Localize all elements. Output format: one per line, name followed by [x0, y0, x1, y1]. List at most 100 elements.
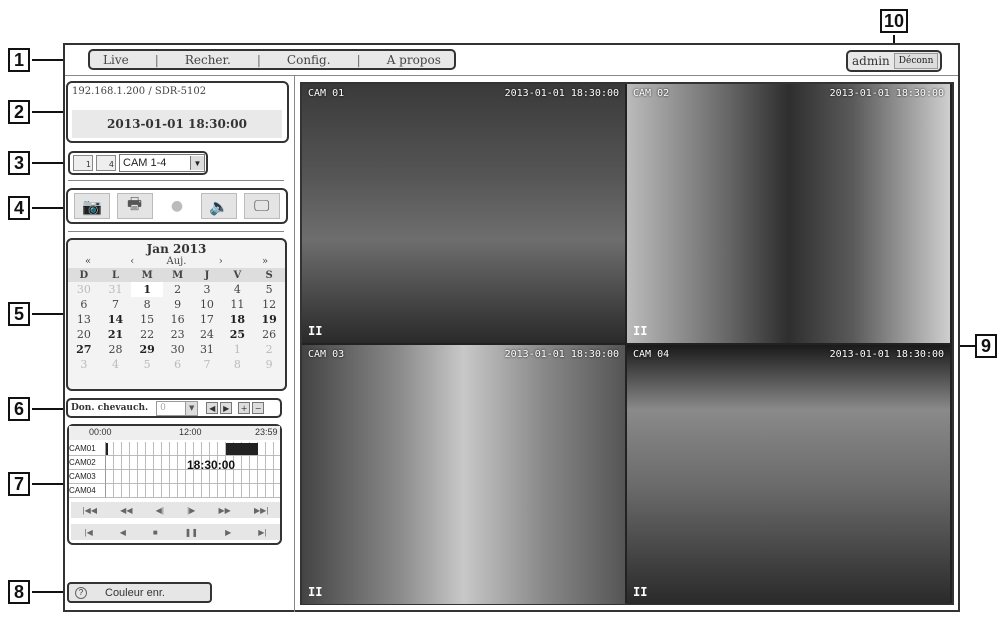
record-dot-icon: ● — [170, 198, 184, 214]
calendar-day-selected[interactable]: 1 — [131, 282, 164, 297]
chevron-down-icon[interactable]: ▼ — [185, 401, 198, 415]
audio-button[interactable]: 🔈 — [201, 193, 238, 219]
zoom-out-button[interactable]: − — [252, 402, 265, 414]
calendar-day[interactable]: 21 — [100, 327, 132, 342]
calendar-day[interactable]: 31 — [192, 342, 221, 357]
nav-about[interactable]: A propos — [387, 53, 441, 67]
recording-segment[interactable] — [106, 443, 109, 455]
help-icon[interactable]: ? — [75, 586, 87, 599]
calendar-day[interactable]: 3 — [68, 357, 100, 372]
calendar-day[interactable]: 20 — [68, 327, 100, 342]
camera-view[interactable]: CAM 04 2013-01-01 18:30:00 II — [627, 345, 950, 604]
calendar-day[interactable]: 4 — [100, 357, 132, 372]
calendar-day[interactable]: 27 — [68, 342, 100, 357]
calendar-month: Jan 2013 — [146, 242, 207, 256]
jump-to-start-icon[interactable]: |◀◀ — [83, 506, 97, 515]
record-color-button[interactable]: ? Couleur enr. — [67, 582, 212, 603]
pause-icon: II — [308, 585, 323, 599]
calendar-day[interactable]: 6 — [68, 297, 100, 312]
nav-search[interactable]: Recher. — [185, 53, 231, 67]
calendar-day[interactable]: 5 — [131, 357, 163, 372]
channel-select[interactable]: CAM 1-4 ▼ — [119, 154, 205, 172]
camera-view[interactable]: CAM 02 2013-01-01 18:30:00 II — [627, 84, 950, 343]
fast-rewind-icon[interactable]: ◀◀ — [120, 506, 132, 515]
timeline-channel: CAM02 — [69, 456, 105, 470]
timeline-track[interactable] — [105, 442, 280, 456]
split-4-button[interactable]: 4 — [96, 155, 116, 171]
calendar-day[interactable]: 29 — [131, 342, 163, 357]
calendar-day[interactable]: 15 — [131, 312, 163, 327]
today-button[interactable]: Auj. — [163, 256, 191, 267]
calendar-day[interactable]: 2 — [163, 282, 192, 297]
timeline-tick: 00:00 — [89, 427, 112, 437]
step-back-icon[interactable]: ◀| — [156, 506, 164, 515]
camera-view[interactable]: CAM 01 2013-01-01 18:30:00 II — [302, 84, 625, 343]
split-1-button[interactable]: 1 — [73, 155, 93, 171]
timeline-track[interactable] — [105, 484, 280, 498]
step-forward-icon[interactable]: |▶ — [187, 506, 195, 515]
calendar-day[interactable]: 7 — [100, 297, 132, 312]
timeline-row: CAM01 — [69, 442, 280, 456]
calendar-day[interactable]: 5 — [253, 282, 285, 297]
calendar-day[interactable]: 7 — [192, 357, 221, 372]
camera-view[interactable]: CAM 03 2013-01-01 18:30:00 II — [302, 345, 625, 604]
scroll-left-button[interactable]: ◀ — [206, 402, 219, 414]
recording-segment[interactable] — [225, 443, 259, 455]
calendar-day[interactable]: 13 — [68, 312, 100, 327]
calendar-day[interactable]: 23 — [163, 327, 192, 342]
timeline-row: CAM02 — [69, 456, 280, 470]
play-back-icon[interactable]: ◀ — [120, 528, 126, 537]
chevron-down-icon[interactable]: ▼ — [190, 156, 204, 170]
pause-icon[interactable]: ❚❚ — [185, 528, 198, 537]
scroll-right-button[interactable]: ▶ — [220, 402, 233, 414]
record-button[interactable]: ● — [159, 193, 195, 219]
calendar-day[interactable]: 1 — [222, 342, 254, 357]
prev-month-button[interactable]: ‹ — [118, 256, 146, 267]
calendar-day[interactable]: 30 — [68, 282, 100, 297]
calendar-day[interactable]: 24 — [192, 327, 221, 342]
calendar-day[interactable]: 16 — [163, 312, 192, 327]
capture-button[interactable]: 📷 — [74, 193, 111, 219]
calendar-day[interactable]: 9 — [163, 297, 192, 312]
skip-back-icon[interactable]: |◀ — [84, 528, 92, 537]
calendar-day[interactable]: 14 — [100, 312, 132, 327]
timeline-track[interactable] — [105, 470, 280, 484]
calendar-day[interactable]: 12 — [253, 297, 285, 312]
calendar-day[interactable]: 19 — [253, 312, 285, 327]
calendar-day[interactable]: 28 — [100, 342, 132, 357]
logout-button[interactable]: Déconn — [893, 53, 939, 69]
play-icon[interactable]: ▶ — [225, 528, 231, 537]
backup-button[interactable]: 🖵 — [243, 193, 280, 219]
leader-line — [32, 313, 66, 315]
nav-live[interactable]: Live — [103, 53, 129, 67]
skip-forward-icon[interactable]: ▶| — [258, 528, 266, 537]
calendar-day[interactable]: 30 — [163, 342, 192, 357]
calendar-day[interactable]: 18 — [222, 312, 254, 327]
stop-icon[interactable]: ■ — [153, 528, 158, 537]
calendar-day[interactable]: 10 — [192, 297, 221, 312]
calendar-day[interactable]: 2 — [253, 342, 285, 357]
overlap-select[interactable]: 0 ▼ — [156, 400, 199, 416]
calendar-day[interactable]: 9 — [253, 357, 285, 372]
fast-forward-icon[interactable]: ▶▶ — [219, 506, 231, 515]
prev-year-button[interactable]: « — [74, 256, 102, 267]
calendar-day[interactable]: 8 — [222, 357, 254, 372]
zoom-in-button[interactable]: + — [238, 402, 251, 414]
next-month-button[interactable]: › — [207, 256, 235, 267]
calendar-day[interactable]: 3 — [192, 282, 221, 297]
weekday-header: D — [68, 268, 100, 282]
calendar-day[interactable]: 17 — [192, 312, 221, 327]
jump-to-end-icon[interactable]: ▶▶| — [254, 506, 268, 515]
next-year-button[interactable]: » — [251, 256, 279, 267]
overlap-label: Don. chevauch. — [71, 403, 149, 413]
calendar-day[interactable]: 22 — [131, 327, 163, 342]
calendar-day[interactable]: 4 — [222, 282, 254, 297]
calendar-day[interactable]: 31 — [100, 282, 132, 297]
calendar-day[interactable]: 11 — [222, 297, 254, 312]
nav-config[interactable]: Config. — [287, 53, 331, 67]
calendar-day[interactable]: 8 — [131, 297, 163, 312]
calendar-day[interactable]: 26 — [253, 327, 285, 342]
calendar-day[interactable]: 6 — [163, 357, 192, 372]
calendar-day[interactable]: 25 — [222, 327, 254, 342]
print-button[interactable]: 🖶 — [116, 193, 153, 219]
